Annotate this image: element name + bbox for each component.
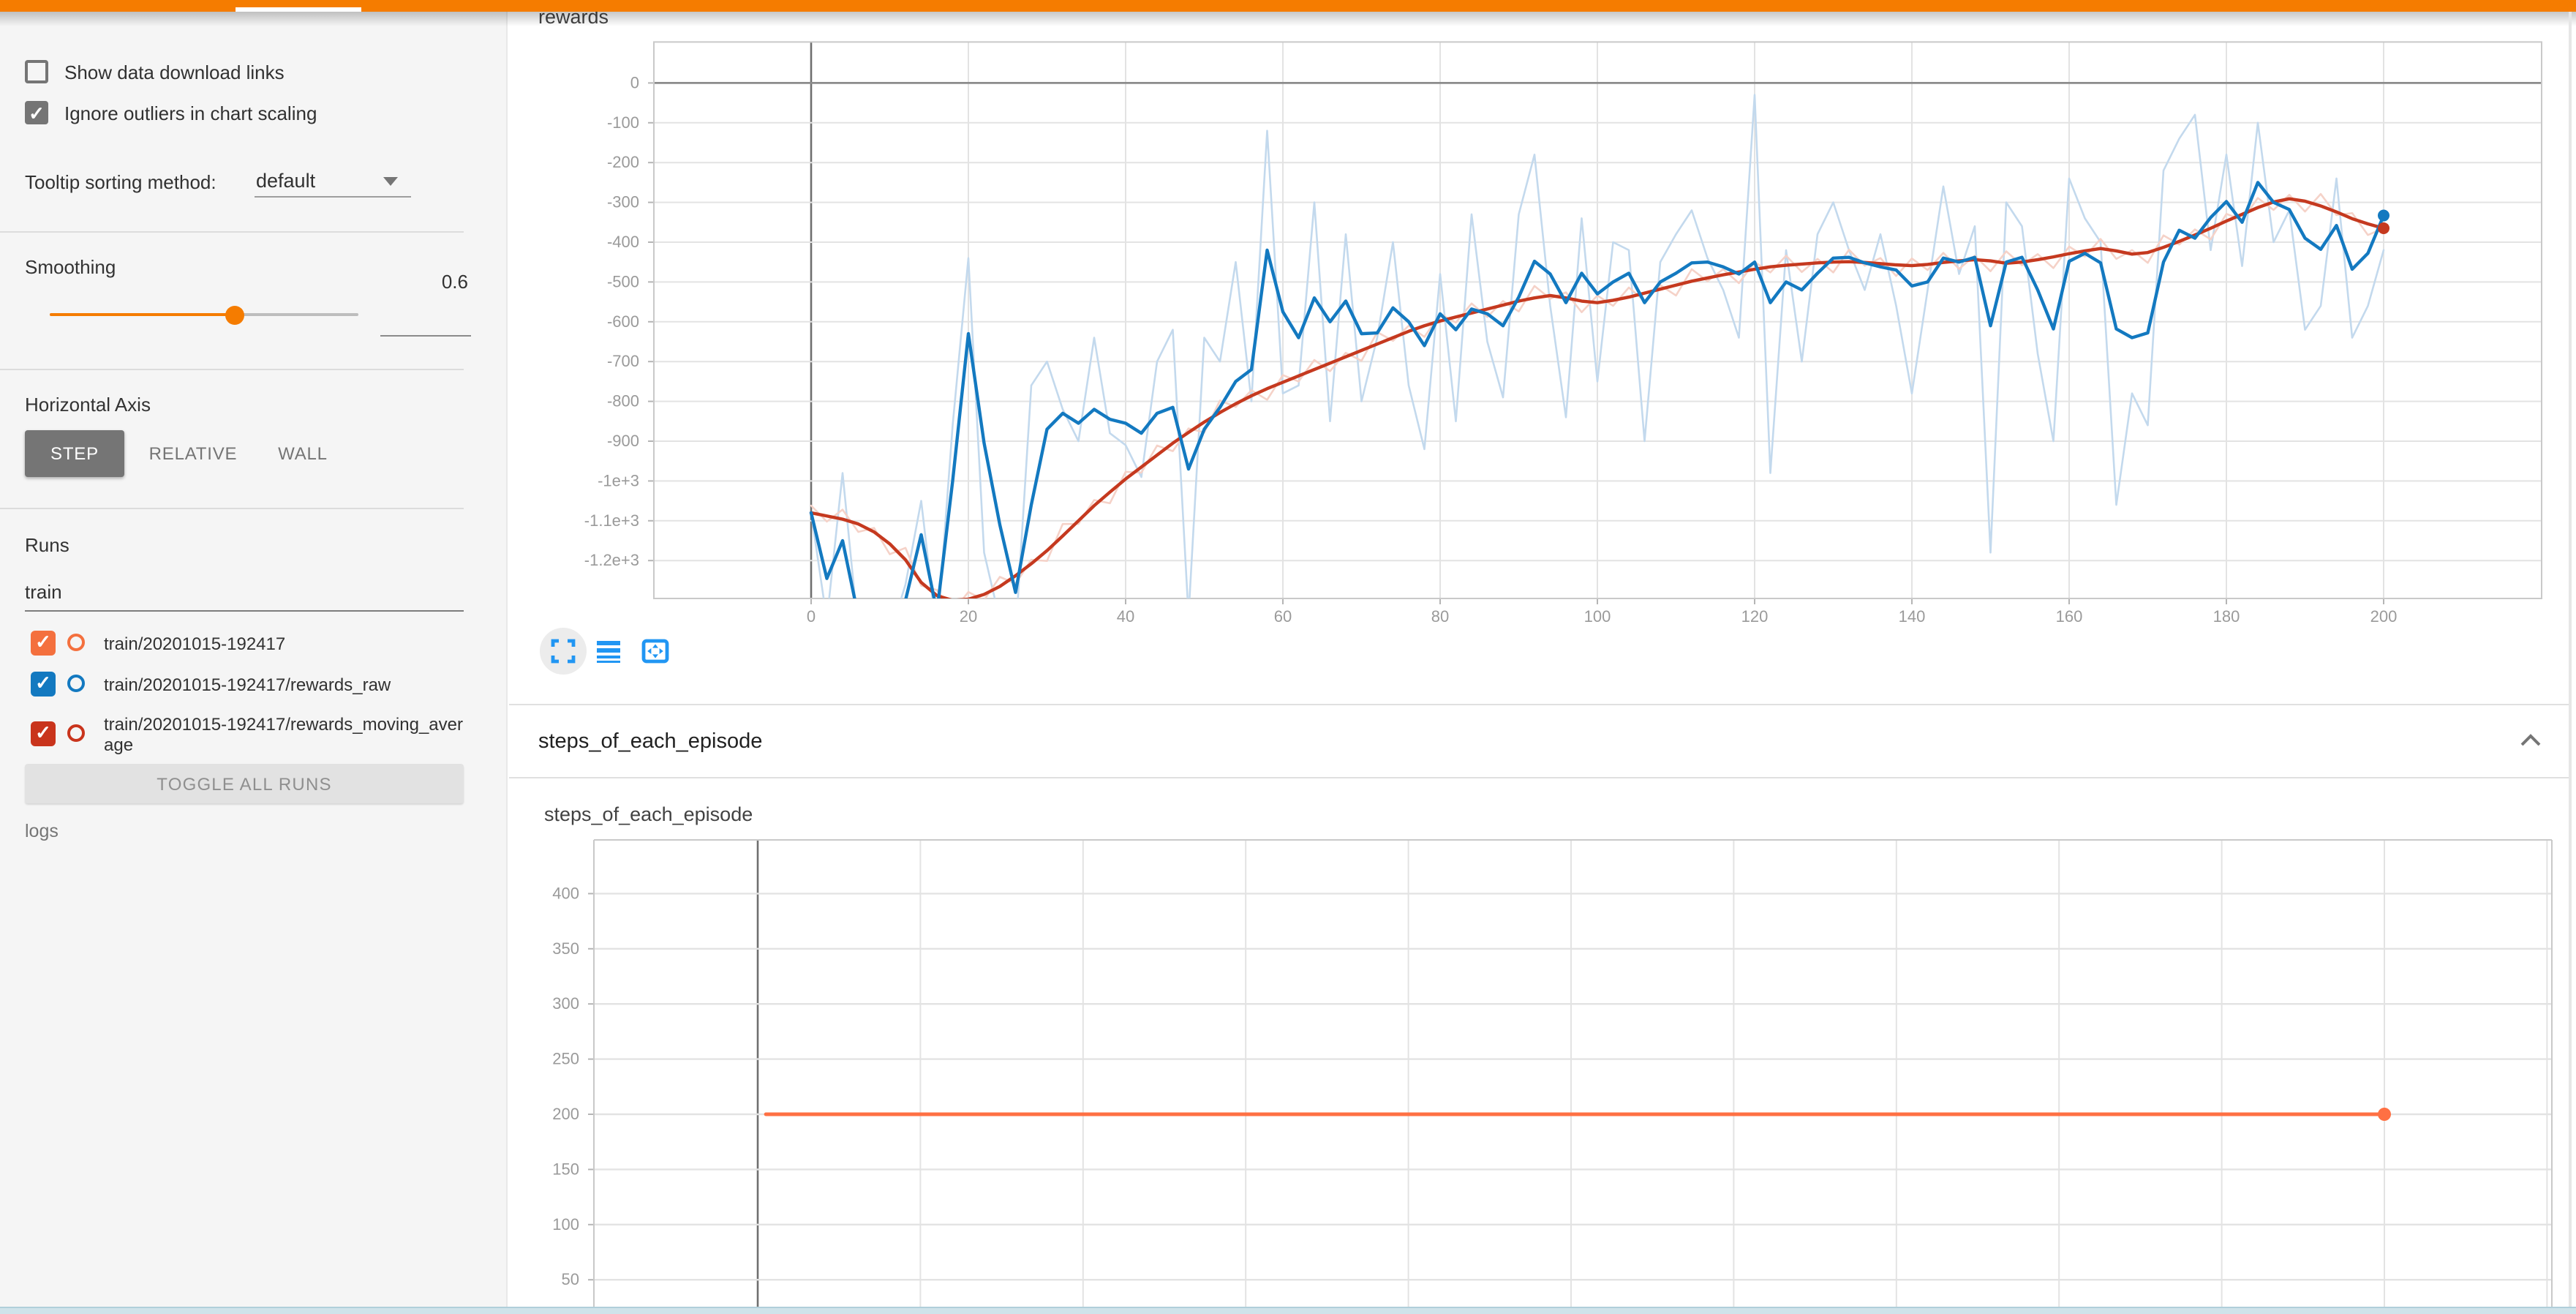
section-divider bbox=[509, 777, 2572, 778]
steps-chart-title: steps_of_each_episode bbox=[544, 803, 753, 825]
runs-heading: Runs bbox=[25, 534, 69, 556]
axis-relative-button[interactable]: RELATIVE bbox=[136, 430, 250, 477]
smoothing-value-input[interactable]: 0.6 bbox=[380, 271, 468, 293]
run-color-circle-icon[interactable] bbox=[67, 675, 85, 692]
app-header-bar bbox=[0, 0, 2576, 12]
fit-to-data-icon[interactable] bbox=[641, 637, 670, 666]
sidebar-divider bbox=[0, 508, 464, 509]
run-filter-underline bbox=[25, 610, 464, 612]
checkbox-checked-icon[interactable]: ✓ bbox=[25, 101, 48, 124]
run-filter-input[interactable]: train bbox=[25, 581, 62, 603]
ignore-outliers-checkbox[interactable]: ✓ bbox=[25, 101, 48, 124]
run-checkbox[interactable]: ✓ bbox=[31, 721, 56, 746]
bottom-edge-strip bbox=[0, 1307, 2576, 1314]
run-name-label: train/20201015-192417/rewards_raw bbox=[104, 676, 467, 696]
logs-label: logs bbox=[25, 821, 59, 841]
dropdown-arrow-icon[interactable] bbox=[383, 177, 398, 186]
fullscreen-icon[interactable] bbox=[550, 638, 576, 664]
section-divider bbox=[509, 704, 2572, 705]
run-checkbox-icon[interactable]: ✓ bbox=[31, 721, 56, 746]
axis-wall-button[interactable]: WALL bbox=[257, 430, 348, 477]
checkbox-unchecked-icon[interactable] bbox=[25, 60, 48, 83]
sidebar-divider bbox=[0, 369, 464, 370]
vertical-scrollbar[interactable] bbox=[2569, 12, 2572, 1314]
axis-step-button[interactable]: STEP bbox=[25, 430, 124, 477]
smoothing-value-underline bbox=[380, 335, 471, 337]
tooltip-dropdown-underline bbox=[255, 196, 411, 198]
horizontal-axis-heading: Horizontal Axis bbox=[25, 394, 151, 416]
run-name-label: train/20201015-192417 bbox=[104, 635, 467, 655]
run-checkbox-icon[interactable]: ✓ bbox=[31, 672, 56, 697]
main-content-background bbox=[508, 12, 2576, 1314]
run-color-circle-icon[interactable] bbox=[67, 724, 85, 742]
show-download-links-label[interactable]: Show data download links bbox=[64, 61, 285, 83]
tensorboard-app: Show data download links ✓ Ignore outlie… bbox=[0, 0, 2576, 1314]
active-tab-indicator bbox=[236, 7, 361, 12]
chevron-up-icon[interactable] bbox=[2519, 733, 2542, 748]
toggle-all-runs-button[interactable]: TOGGLE ALL RUNS bbox=[25, 764, 464, 803]
run-checkbox[interactable]: ✓ bbox=[31, 672, 56, 697]
run-color-circle-icon[interactable] bbox=[67, 634, 85, 651]
data-list-icon[interactable] bbox=[595, 638, 622, 664]
header-shadow bbox=[0, 12, 2576, 26]
smoothing-slider-fill bbox=[50, 313, 234, 316]
smoothing-heading: Smoothing bbox=[25, 256, 116, 278]
tooltip-sorting-dropdown[interactable]: default bbox=[256, 170, 315, 192]
run-checkbox[interactable]: ✓ bbox=[31, 631, 56, 656]
settings-sidebar: Show data download links ✓ Ignore outlie… bbox=[0, 12, 508, 1314]
show-download-links-checkbox[interactable] bbox=[25, 60, 48, 83]
tooltip-sorting-label: Tooltip sorting method: bbox=[25, 171, 216, 193]
section-header-steps-of-each-episode[interactable]: steps_of_each_episode bbox=[538, 730, 762, 754]
run-checkbox-icon[interactable]: ✓ bbox=[31, 631, 56, 656]
run-name-label: train/20201015-192417/rewards_moving_ave… bbox=[104, 716, 467, 755]
sidebar-divider bbox=[0, 231, 464, 233]
ignore-outliers-label[interactable]: Ignore outliers in chart scaling bbox=[64, 102, 317, 124]
smoothing-slider-thumb[interactable] bbox=[225, 306, 244, 325]
